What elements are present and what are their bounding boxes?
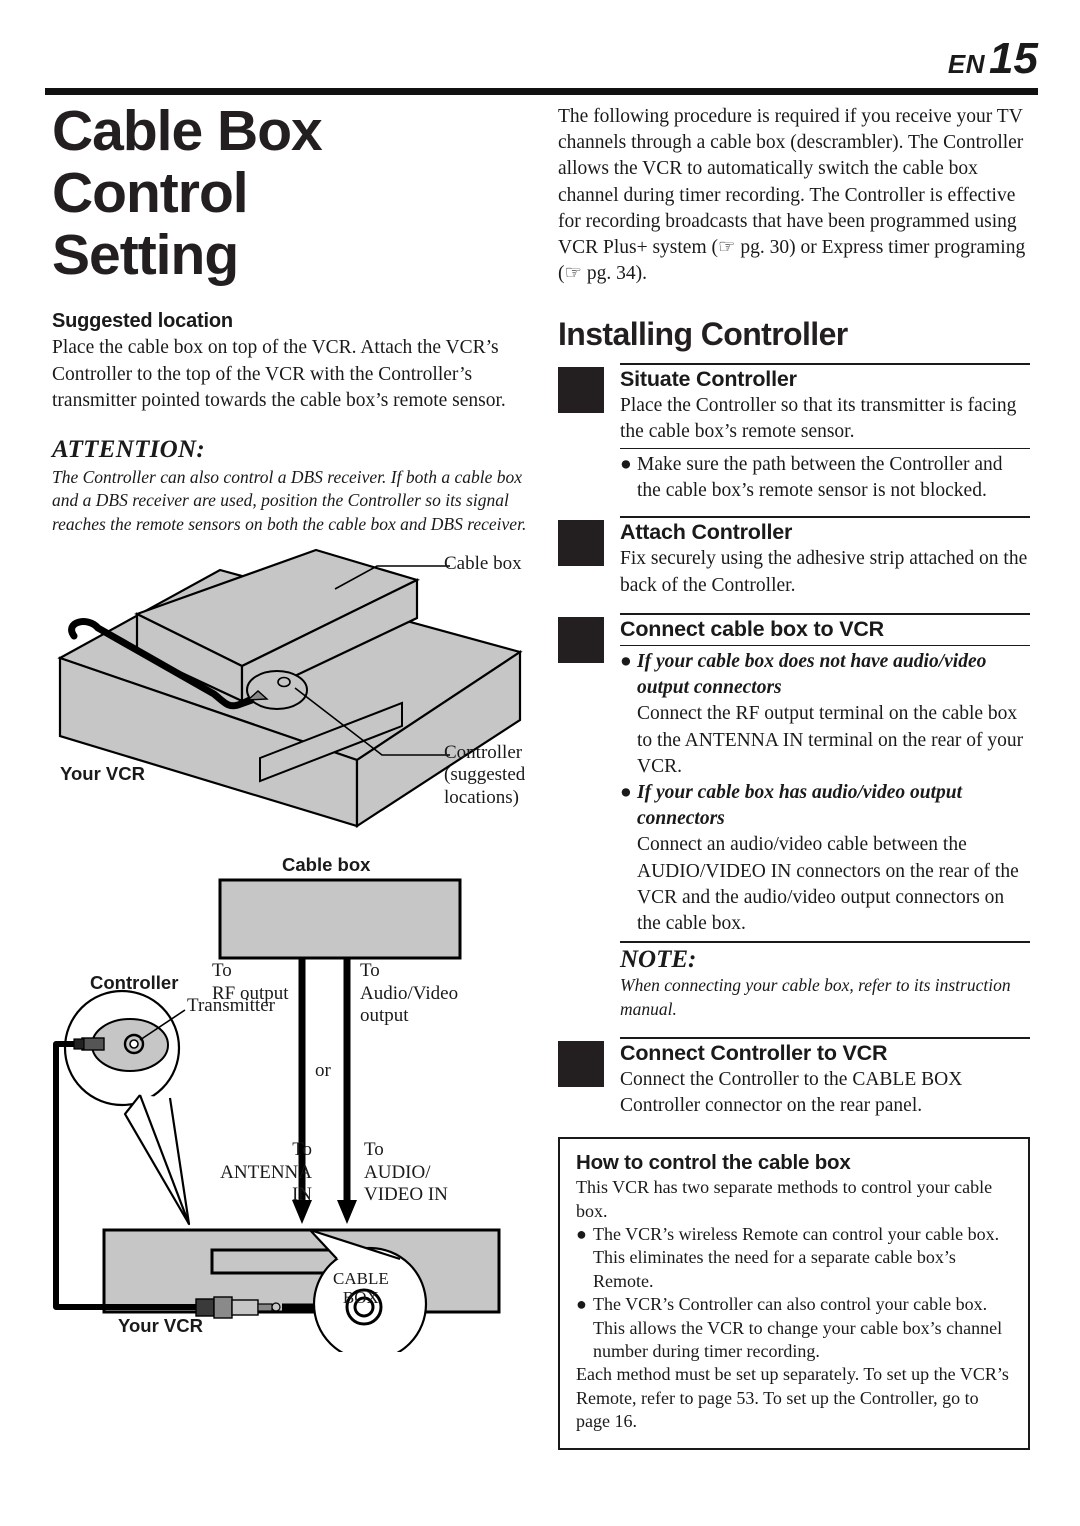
- bullet-dot-icon: ●: [620, 781, 632, 803]
- bullet-dot-icon: ●: [576, 1294, 587, 1315]
- wiring-label-to-avin-2: AUDIO/: [364, 1161, 431, 1183]
- step-marker-square-3: [558, 616, 604, 663]
- step-1-bullet-1-text: Make sure the path between the Controlle…: [637, 453, 1003, 502]
- step-1-heading: Situate Controller: [620, 366, 797, 391]
- header-rule: [45, 88, 1038, 95]
- step-marker-square-4: [558, 1040, 604, 1087]
- wiring-label-jack-group: CABLE BOX: [333, 1268, 389, 1307]
- info-box-bullet-2: ● The VCR’s Controller can also control y…: [576, 1293, 1014, 1363]
- bullet-dot-icon: ●: [620, 650, 632, 672]
- wiring-label-or: or: [315, 1059, 331, 1081]
- wiring-label-cable-box: Cable box: [282, 853, 371, 875]
- intro-paragraph: The following procedure is required if y…: [558, 106, 1026, 285]
- suggested-location-body: Place the cable box on top of the VCR. A…: [52, 337, 506, 411]
- info-box-bullet-1-text: The VCR’s wireless Remote can control yo…: [593, 1224, 1000, 1291]
- step-3-heading: Connect cable box to VCR: [620, 616, 884, 641]
- bullet-dot-icon: ●: [620, 453, 632, 475]
- wiring-label-jack-2: BOX: [342, 1287, 379, 1307]
- page-header-number: EN15: [948, 34, 1038, 84]
- wiring-label-to-avin-1: To: [364, 1138, 384, 1160]
- step-marker-square-2: [558, 520, 604, 567]
- wiring-label-to-avin-3: VIDEO IN: [364, 1184, 448, 1206]
- info-box-bullet-2-text: The VCR’s Controller can also control yo…: [593, 1294, 1003, 1361]
- wiring-label-jack-1: CABLE: [333, 1268, 389, 1288]
- how-to-control-box: How to control the cable box This VCR ha…: [558, 1137, 1030, 1450]
- left-column: Cable Box Control Setting Suggested loca…: [52, 100, 548, 1352]
- wiring-label-to-av-2: Audio/Video: [360, 982, 459, 1004]
- step-connect-cable-box-to-vcr: Connect cable box to VCR ● If your cable …: [558, 612, 1030, 937]
- step-rule-2: [620, 516, 1030, 519]
- section-title-installing-controller: Installing Controller: [558, 315, 848, 352]
- language-code: EN: [947, 49, 986, 79]
- info-box-heading: How to control the cable box: [576, 1151, 851, 1175]
- step-3-sub-b-heading-row: ● If your cable box has audio/video outpu…: [620, 780, 1030, 832]
- note-heading: NOTE:: [620, 946, 697, 974]
- right-column: The following procedure is required if y…: [558, 104, 1030, 1450]
- step-1-body: Place the Controller so that its transmi…: [620, 394, 1017, 442]
- step-connect-controller-to-vcr: Connect Controller to VCR Connect the Co…: [558, 1036, 1030, 1119]
- iso-label-your-vcr: Your VCR: [60, 762, 145, 784]
- suggested-location-heading: Suggested location: [52, 310, 233, 333]
- step-3-sub-b-body: Connect an audio/video cable between the…: [637, 834, 1019, 935]
- figure-wiring-diagram: Cable box Controller Transmitter To RF o…: [52, 852, 548, 1352]
- note-block: NOTE: When connecting your cable box, re…: [558, 941, 1030, 1021]
- wiring-label-rf-output-group: To RF output: [212, 960, 289, 1006]
- step-2-body: Fix securely using the adhesive strip at…: [620, 548, 1028, 596]
- info-box-closing: Each method must be set up separately. T…: [576, 1364, 1009, 1432]
- bullet-dot-icon: ●: [576, 1224, 587, 1244]
- wiring-cable-box-rect: [218, 878, 462, 960]
- wiring-label-av-output-group: To Audio/Video output: [360, 960, 458, 1028]
- page-number: 15: [989, 34, 1038, 83]
- step-rule-4: [620, 1036, 1030, 1039]
- wiring-label-to-ant-3: IN: [291, 1184, 312, 1206]
- step-3-sub-a-body: Connect the RF output terminal on the ca…: [637, 703, 1024, 777]
- wiring-label-to-av-1: To: [360, 959, 380, 981]
- iso-label-controller-line2: (suggested: [444, 764, 526, 786]
- step-3-sub-a-heading-row: ● If your cable box does not have audio/v…: [620, 649, 1030, 701]
- step-4-heading: Connect Controller to VCR: [620, 1040, 888, 1065]
- step-2-heading: Attach Controller: [620, 520, 793, 545]
- wiring-label-to-av-3: output: [360, 1005, 409, 1027]
- step-rule-1: [620, 362, 1030, 365]
- step-3-divider: [620, 644, 1030, 646]
- wiring-controller-callout: [63, 989, 191, 1225]
- wiring-label-controller: Controller: [90, 971, 179, 993]
- iso-label-controller-group: Controller (suggested locations): [444, 742, 525, 809]
- step-1-divider: [620, 447, 1030, 449]
- step-attach-controller: Attach Controller Fix securely using the…: [558, 516, 1030, 598]
- step-3-sub-b-heading: If your cable box has audio/video output…: [637, 781, 963, 830]
- step-1-bullet-1: ● Make sure the path between the Controll…: [620, 452, 1030, 504]
- wiring-label-to-ant-2: ANTENNA: [220, 1161, 312, 1183]
- step-3-sub-a-heading: If your cable box does not have audio/vi…: [637, 650, 987, 699]
- note-body: When connecting your cable box, refer to…: [620, 975, 1011, 1019]
- iso-label-controller-line1: Controller: [444, 741, 523, 763]
- wiring-label-to-ant-1: To: [292, 1138, 312, 1160]
- attention-heading: ATTENTION:: [52, 436, 205, 464]
- manual-page: EN15 Cable Box Control Setting Suggested…: [0, 0, 1080, 1526]
- wiring-label-to-rf-1: To: [212, 959, 232, 981]
- attention-body: The Controller can also control a DBS re…: [52, 467, 527, 534]
- wiring-label-antenna-in-group: To ANTENNA IN: [212, 1139, 312, 1207]
- info-box-bullet-1: ● The VCR’s wireless Remote can control y…: [576, 1223, 1014, 1293]
- info-box-intro: This VCR has two separate methods to con…: [576, 1177, 993, 1221]
- step-situate-controller: Situate Controller Place the Controller …: [558, 362, 1030, 505]
- step-rule-3: [620, 612, 1030, 615]
- wiring-label-to-rf-2: RF output: [212, 982, 289, 1004]
- iso-label-cable-box: Cable box: [444, 552, 522, 574]
- wiring-diagram-svg: [53, 878, 501, 1352]
- wiring-label-your-vcr: Your VCR: [118, 1314, 203, 1336]
- note-divider: [620, 941, 1030, 944]
- figure-suggested-location: Cable box Controller (suggested location…: [52, 542, 548, 838]
- iso-label-controller-line3: locations): [444, 786, 519, 808]
- step-marker-square-1: [558, 366, 604, 413]
- step-4-body: Connect the Controller to the CABLE BOX …: [620, 1068, 963, 1116]
- wiring-label-avin-group: To AUDIO/ VIDEO IN: [364, 1139, 448, 1207]
- page-title: Cable Box Control Setting: [52, 99, 323, 288]
